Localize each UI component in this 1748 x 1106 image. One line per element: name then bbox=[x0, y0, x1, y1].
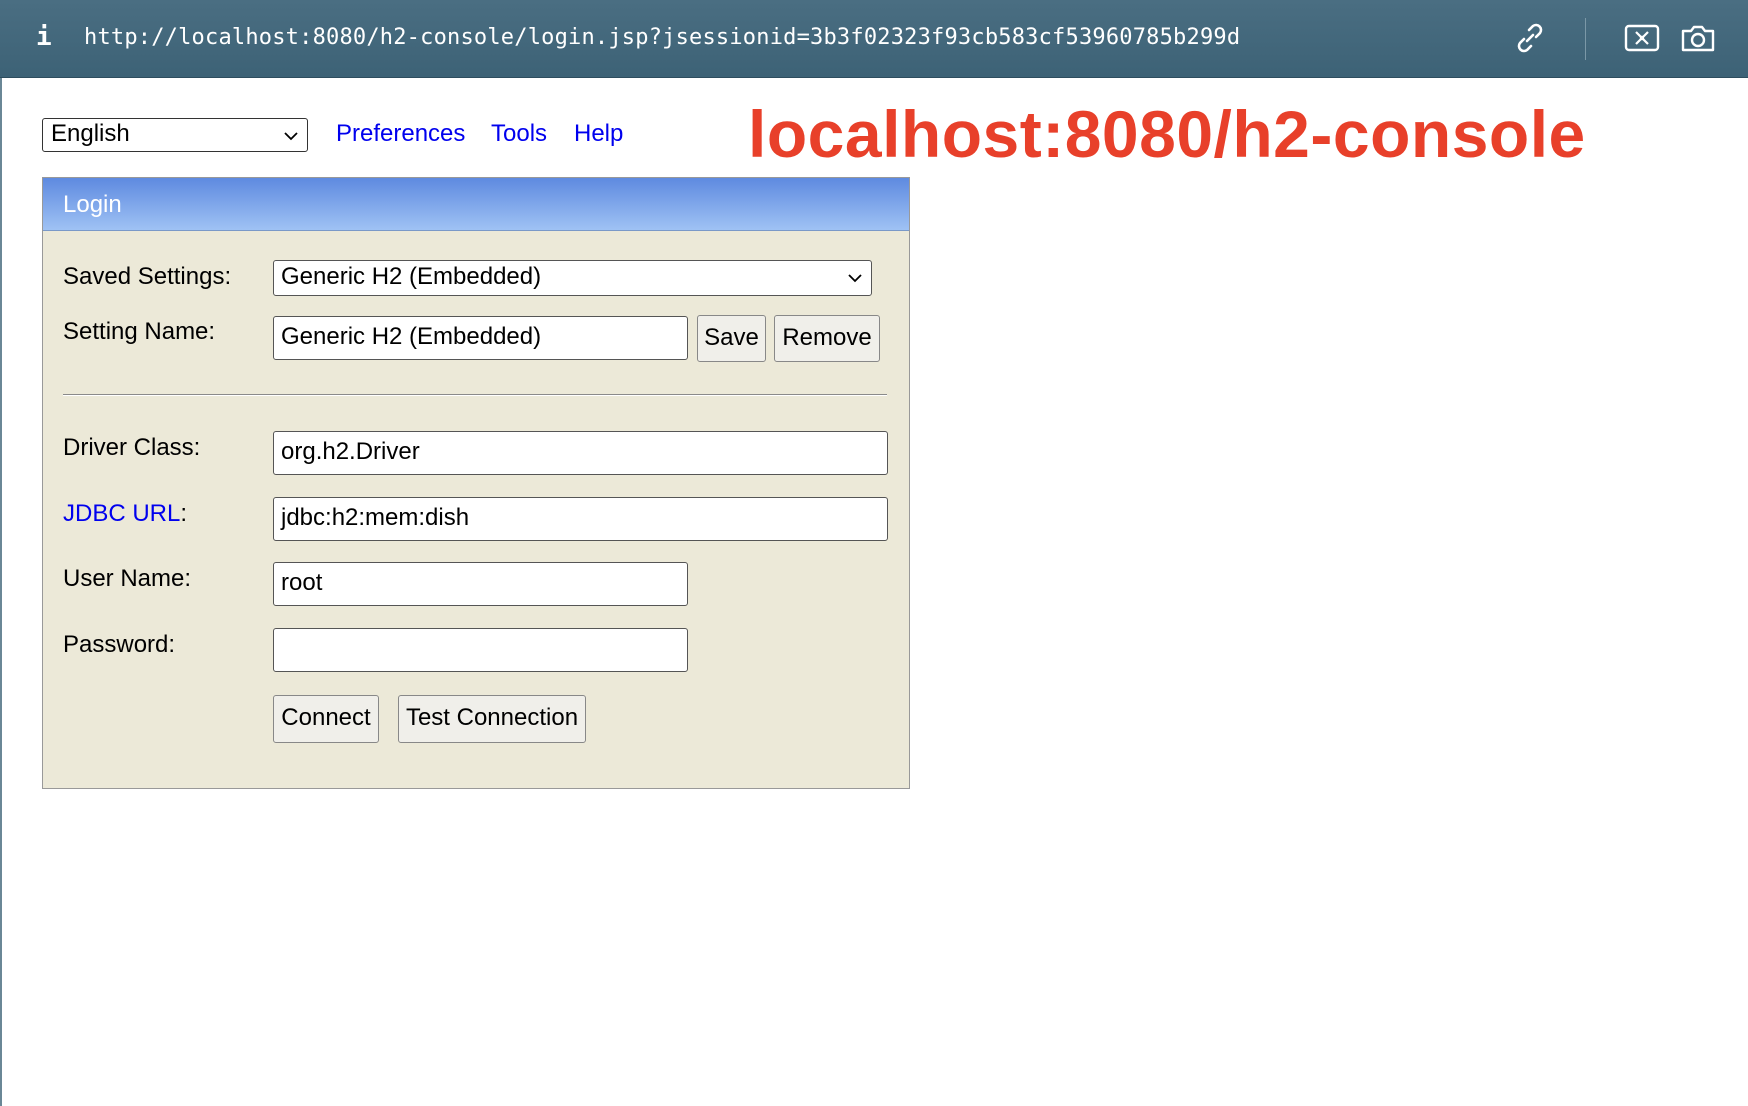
link-icon[interactable] bbox=[1510, 18, 1550, 58]
saved-settings-select[interactable]: Generic H2 (Embedded) bbox=[273, 260, 872, 296]
language-select-value: English bbox=[51, 120, 130, 147]
annotation-title: localhost:8080/h2-console bbox=[748, 97, 1586, 171]
jdbc-url-label: JDBC URL: bbox=[63, 500, 187, 528]
test-connection-button[interactable]: Test Connection bbox=[398, 695, 586, 743]
driver-class-input[interactable]: org.h2.Driver bbox=[273, 431, 888, 475]
camera-icon[interactable] bbox=[1678, 18, 1718, 58]
info-icon[interactable]: i bbox=[36, 22, 52, 52]
toolbar-separator bbox=[1585, 18, 1586, 60]
jdbc-url-link[interactable]: JDBC URL bbox=[63, 500, 180, 527]
remove-button[interactable]: Remove bbox=[774, 315, 880, 362]
password-input[interactable] bbox=[273, 628, 688, 672]
language-select[interactable]: English bbox=[42, 118, 308, 152]
tools-link[interactable]: Tools bbox=[491, 120, 547, 148]
jdbc-url-colon: : bbox=[180, 500, 188, 527]
login-panel-header: Login bbox=[43, 178, 909, 231]
url-text[interactable]: http://localhost:8080/h2-console/login.j… bbox=[84, 25, 1240, 50]
saved-settings-label: Saved Settings: bbox=[63, 263, 232, 290]
preferences-link[interactable]: Preferences bbox=[336, 120, 465, 148]
chevron-down-icon bbox=[848, 274, 862, 283]
password-label: Password: bbox=[63, 631, 176, 658]
browser-address-bar: i http://localhost:8080/h2-console/login… bbox=[0, 0, 1748, 78]
driver-class-label: Driver Class: bbox=[63, 434, 201, 461]
user-name-input[interactable]: root bbox=[273, 562, 688, 606]
chevron-down-icon bbox=[284, 132, 298, 141]
screenshot-area-icon[interactable] bbox=[1622, 18, 1662, 58]
page-edge bbox=[0, 78, 2, 1106]
login-panel: Login Saved Settings: Generic H2 (Embedd… bbox=[42, 177, 910, 789]
user-name-label: User Name: bbox=[63, 565, 192, 592]
saved-settings-value: Generic H2 (Embedded) bbox=[281, 263, 542, 290]
section-divider bbox=[63, 394, 887, 396]
save-button[interactable]: Save bbox=[697, 315, 766, 362]
help-link[interactable]: Help bbox=[574, 120, 623, 148]
jdbc-url-input[interactable]: jdbc:h2:mem:dish bbox=[273, 497, 888, 541]
setting-name-label: Setting Name: bbox=[63, 318, 216, 345]
connect-button[interactable]: Connect bbox=[273, 695, 379, 743]
login-title: Login bbox=[63, 191, 122, 218]
setting-name-input[interactable]: Generic H2 (Embedded) bbox=[273, 316, 688, 360]
